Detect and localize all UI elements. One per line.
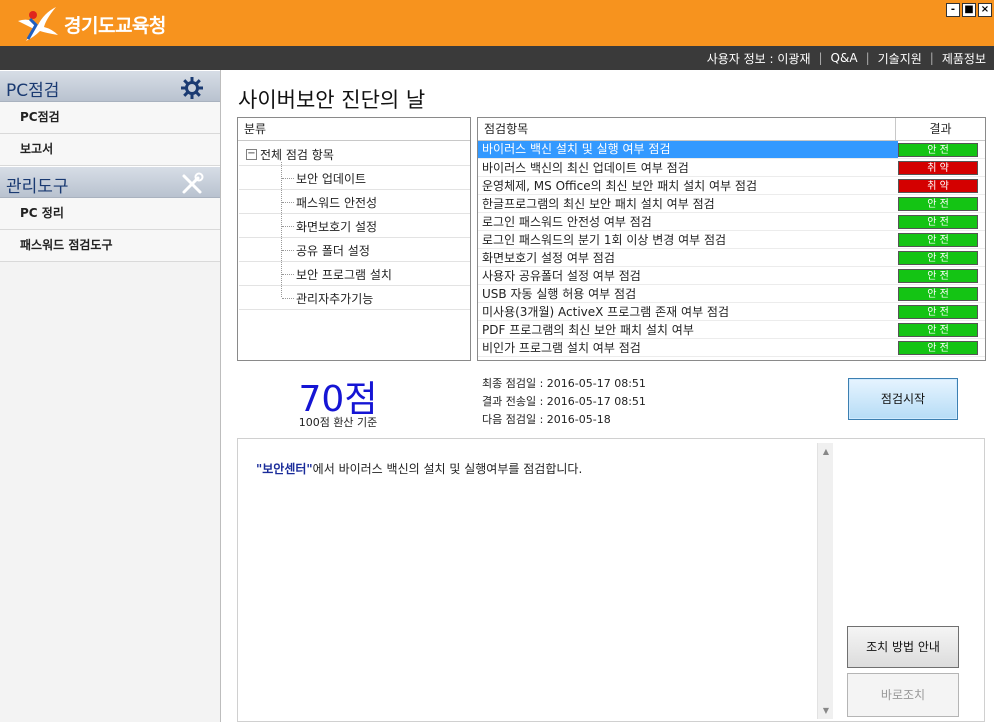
scroll-up-icon[interactable]: ▲	[821, 447, 831, 456]
tree-node-security-update[interactable]: 보안 업데이트	[282, 166, 366, 190]
sidebar-item-pc-check[interactable]: PC점검	[0, 102, 220, 134]
check-item-row[interactable]: 바이러스 백신 설치 및 실행 여부 점검 안 전	[478, 141, 985, 159]
status-badge-safe: 안 전	[898, 304, 978, 319]
tree-node-screensaver[interactable]: 화면보호기 설정	[282, 214, 377, 238]
status-badge-safe: 안 전	[898, 322, 978, 337]
tree-root-node[interactable]: − 전체 점검 항목	[246, 146, 334, 163]
check-item-label: 미사용(3개월) ActiveX 프로그램 존재 여부 점검	[482, 305, 730, 319]
app-header: 경기도교육청 - ■ ×	[0, 0, 994, 46]
check-item-label: 바이러스 백신의 최신 업데이트 여부 점검	[482, 161, 689, 175]
description-text: "보안센터"에서 바이러스 백신의 설치 및 실행여부를 점검합니다.	[256, 460, 582, 477]
user-info-link[interactable]: 사용자 정보 : 이광재	[699, 50, 819, 67]
check-item-label: USB 자동 실행 허용 여부 점검	[482, 287, 637, 301]
start-check-button[interactable]: 점검시작	[848, 378, 958, 420]
fix-now-button[interactable]: 바로조치	[847, 673, 959, 717]
check-items-list: 점검항목 결과 바이러스 백신 설치 및 실행 여부 점검 안 전 바이러스 백신의…	[477, 117, 986, 361]
check-item-row[interactable]: 화면보호기 설정 여부 점검 안 전	[478, 249, 985, 267]
qa-link[interactable]: Q&A	[823, 51, 866, 65]
check-item-row[interactable]: 운영체제, MS Office의 최신 보안 패치 설치 여부 점검 취 약	[478, 177, 985, 195]
status-badge-safe: 안 전	[898, 232, 978, 247]
status-badge-safe: 안 전	[898, 142, 978, 157]
check-items-header: 점검항목 결과	[478, 118, 985, 141]
category-tree: 분류 − 전체 점검 항목 보안 업데이트 패스워드 안전성 화면보호기 설정 …	[237, 117, 471, 361]
tree-node-label: 공유 폴더 설정	[296, 243, 370, 258]
check-item-label: 화면보호기 설정 여부 점검	[482, 251, 615, 265]
status-badge-safe: 안 전	[898, 340, 978, 355]
check-item-row[interactable]: USB 자동 실행 허용 여부 점검 안 전	[478, 285, 985, 303]
check-item-row[interactable]: 바이러스 백신의 최신 업데이트 여부 점검 취 약	[478, 159, 985, 177]
check-item-row[interactable]: 비인가 프로그램 설치 여부 점검 안 전	[478, 339, 985, 357]
check-item-row[interactable]: 로그인 패스워드 안전성 여부 점검 안 전	[478, 213, 985, 231]
check-item-row[interactable]: 사용자 공유폴더 설정 여부 점검 안 전	[478, 267, 985, 285]
tree-node-shared-folder[interactable]: 공유 폴더 설정	[282, 238, 370, 262]
tech-support-link[interactable]: 기술지원	[870, 50, 930, 67]
sidebar-item-report[interactable]: 보고서	[0, 134, 220, 166]
action-guide-button[interactable]: 조치 방법 안내	[847, 626, 959, 668]
tree-node-label: 관리자추가기능	[296, 291, 374, 306]
status-badge-safe: 안 전	[898, 268, 978, 283]
tree-node-label: 화면보호기 설정	[296, 219, 378, 234]
window-controls: - ■ ×	[946, 3, 992, 17]
check-item-label: 한글프로그램의 최신 보안 패치 설치 여부 점검	[482, 197, 715, 211]
check-item-label: 운영체제, MS Office의 최신 보안 패치 설치 여부 점검	[482, 179, 758, 193]
column-header-item: 점검항목	[478, 118, 896, 140]
minimize-button[interactable]: -	[946, 3, 960, 17]
check-item-label: PDF 프로그램의 최신 보안 패치 설치 여부	[482, 323, 694, 337]
tools-icon	[182, 172, 204, 194]
tree-node-admin-extra[interactable]: 관리자추가기능	[282, 286, 373, 310]
check-item-row[interactable]: 한글프로그램의 최신 보안 패치 설치 여부 점검 안 전	[478, 195, 985, 213]
logo-icon	[18, 7, 58, 41]
collapse-icon[interactable]: −	[246, 149, 257, 160]
scroll-down-icon[interactable]: ▼	[821, 706, 831, 715]
status-badge-weak: 취 약	[898, 160, 978, 175]
sidebar-item-pc-cleanup[interactable]: PC 정리	[0, 198, 220, 230]
tree-node-label: 보안 프로그램 설치	[296, 267, 392, 282]
last-check-date: 최종 점검일 : 2016-05-17 08:51	[482, 377, 646, 390]
status-badge-safe: 안 전	[898, 250, 978, 265]
check-item-label: 바이러스 백신 설치 및 실행 여부 점검	[478, 141, 898, 158]
check-item-row[interactable]: 미사용(3개월) ActiveX 프로그램 존재 여부 점검 안 전	[478, 303, 985, 321]
status-badge-safe: 안 전	[898, 286, 978, 301]
check-item-row[interactable]: PDF 프로그램의 최신 보안 패치 설치 여부 안 전	[478, 321, 985, 339]
description-body: 에서 바이러스 백신의 설치 및 실행여부를 점검합니다.	[312, 462, 583, 476]
status-badge-safe: 안 전	[898, 214, 978, 229]
close-button[interactable]: ×	[978, 3, 992, 17]
result-sent-date: 결과 전송일 : 2016-05-17 08:51	[482, 395, 646, 408]
sidebar-section-pc-check[interactable]: PC점검	[0, 70, 220, 102]
sidebar: PC점검 PC점검 보고서 관리도구 PC 정리 패스워드 점검도구	[0, 70, 221, 722]
category-tree-header: 분류	[238, 118, 470, 141]
score-subtitle: 100점 환산 기준	[298, 416, 378, 429]
top-nav-bar: 사용자 정보 : 이광재 | Q&A | 기술지원 | 제품정보	[0, 46, 994, 70]
sidebar-section-title: 관리도구	[6, 177, 69, 197]
tree-node-label: 보안 업데이트	[296, 171, 367, 186]
tree-node-security-program[interactable]: 보안 프로그램 설치	[282, 262, 392, 286]
status-badge-safe: 안 전	[898, 196, 978, 211]
column-header-result: 결과	[929, 122, 952, 136]
check-item-row[interactable]: 로그인 패스워드의 분기 1회 이상 변경 여부 점검 안 전	[478, 231, 985, 249]
check-item-label: 로그인 패스워드의 분기 1회 이상 변경 여부 점검	[482, 233, 727, 247]
product-info-link[interactable]: 제품정보	[934, 50, 994, 67]
description-scrollbar[interactable]: ▲ ▼	[817, 443, 833, 719]
tree-node-password[interactable]: 패스워드 안전성	[282, 190, 377, 214]
check-item-label: 사용자 공유폴더 설정 여부 점검	[482, 269, 641, 283]
sidebar-section-admin-tools[interactable]: 관리도구	[0, 166, 220, 198]
tree-node-label: 패스워드 안전성	[296, 195, 378, 210]
check-item-label: 로그인 패스워드 안전성 여부 점검	[482, 215, 652, 229]
maximize-button[interactable]: ■	[962, 3, 976, 17]
gear-icon	[181, 77, 203, 99]
tree-root-label: 전체 점검 항목	[260, 148, 334, 162]
sidebar-item-password-tool[interactable]: 패스워드 점검도구	[0, 230, 220, 262]
description-highlight: "보안센터"	[256, 462, 313, 476]
sidebar-section-title: PC점검	[6, 81, 60, 101]
status-badge-weak: 취 약	[898, 178, 978, 193]
check-dates: 최종 점검일 : 2016-05-17 08:51 결과 전송일 : 2016-…	[482, 375, 646, 429]
page-title: 사이버보안 진단의 날	[238, 88, 426, 112]
next-check-date: 다음 점검일 : 2016-05-18	[482, 413, 611, 426]
logo-text: 경기도교육청	[64, 14, 166, 37]
check-item-label: 비인가 프로그램 설치 여부 점검	[482, 341, 641, 355]
logo: 경기도교육청	[16, 6, 166, 42]
